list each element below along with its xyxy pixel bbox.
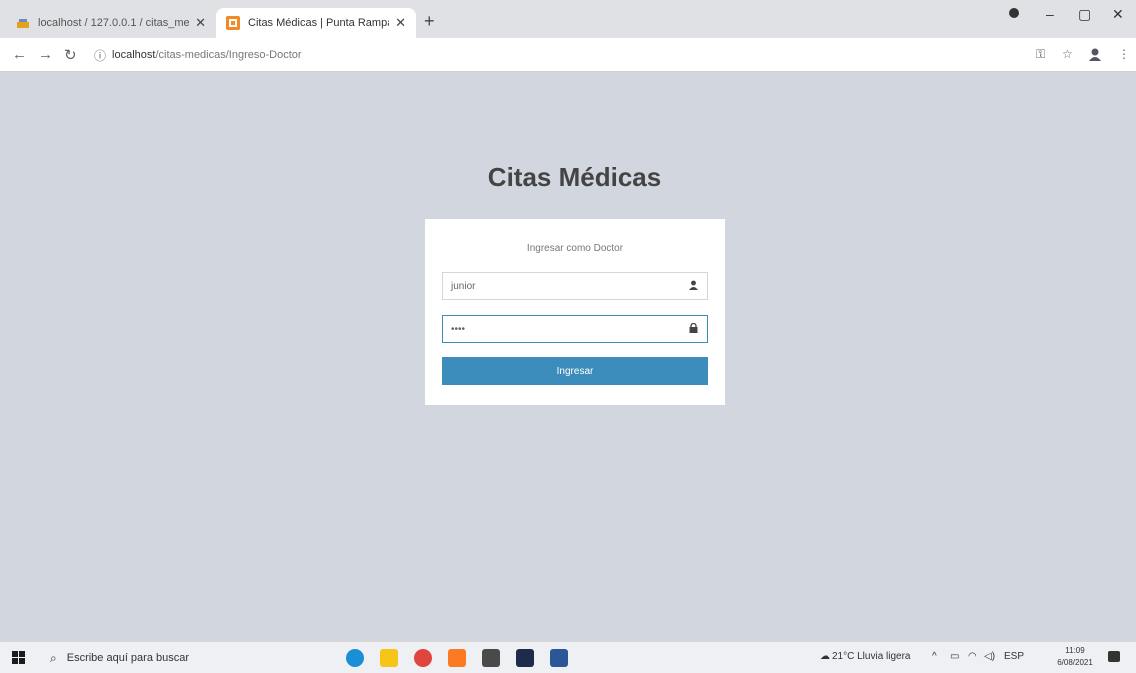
- xampp-icon[interactable]: [448, 649, 466, 667]
- clock[interactable]: 11:09 6/08/2021: [1053, 645, 1097, 669]
- weather-icon[interactable]: ☁: [820, 651, 830, 662]
- network-icon[interactable]: ▭: [950, 651, 959, 662]
- phpmyadmin-favicon-icon: [17, 19, 29, 28]
- clock-time: 11:09: [1065, 646, 1085, 655]
- tab-title: localhost / 127.0.0.1 / citas_medi: [38, 17, 190, 29]
- forward-arrow-icon[interactable]: →: [38, 46, 53, 63]
- username-field[interactable]: junior: [442, 272, 708, 300]
- browser-tab-bar: localhost / 127.0.0.1 / citas_medi ✕ Cit…: [0, 0, 1136, 38]
- notifications-icon[interactable]: [1108, 651, 1120, 662]
- site-favicon-icon: [226, 16, 240, 30]
- password-value: ••••: [451, 323, 466, 335]
- tab-citas-medicas[interactable]: Citas Médicas | Punta Rampa G… ✕: [216, 8, 416, 38]
- clock-date: 6/08/2021: [1057, 658, 1093, 667]
- photoshop-icon[interactable]: [516, 649, 534, 667]
- url-host: localhost: [112, 49, 156, 61]
- volume-icon[interactable]: ◁): [984, 651, 995, 662]
- lock-icon: [687, 322, 699, 336]
- tab-title: Citas Médicas | Punta Rampa G…: [248, 17, 389, 29]
- chrome-icon[interactable]: [414, 649, 432, 667]
- chevron-up-icon[interactable]: ^: [932, 651, 937, 662]
- window-close-button[interactable]: ✕: [1112, 6, 1124, 23]
- maximize-button[interactable]: ▢: [1078, 6, 1091, 23]
- tab-phpmyadmin[interactable]: localhost / 127.0.0.1 / citas_medi ✕: [6, 8, 216, 38]
- word-icon[interactable]: [550, 649, 568, 667]
- search-placeholder: Escribe aquí para buscar: [66, 652, 190, 664]
- login-button[interactable]: Ingresar: [442, 357, 708, 385]
- weather-text[interactable]: 21°C Lluvia ligera: [832, 651, 911, 662]
- login-message: Ingresar como Doctor: [526, 243, 624, 254]
- new-tab-button[interactable]: +: [424, 11, 435, 32]
- key-icon[interactable]: ⚿: [1036, 47, 1045, 62]
- address-bar[interactable]: ⓘ localhost/citas-medicas/Ingreso-Doctor: [94, 44, 1004, 66]
- minimize-button[interactable]: –: [1046, 6, 1054, 22]
- user-icon: [687, 280, 699, 293]
- taskbar-search[interactable]: ⌕ Escribe aquí para buscar: [50, 648, 290, 668]
- site-info-icon[interactable]: ⓘ: [94, 47, 106, 64]
- reload-icon[interactable]: ↻: [64, 46, 77, 64]
- search-icon: ⌕: [50, 650, 57, 665]
- browser-toolbar: ← → ↻ ⓘ localhost/citas-medicas/Ingreso-…: [0, 38, 1136, 72]
- file-explorer-icon[interactable]: [380, 649, 398, 667]
- language-indicator[interactable]: ESP: [1004, 651, 1024, 662]
- back-arrow-icon[interactable]: ←: [12, 46, 27, 63]
- username-value: junior: [451, 280, 476, 292]
- password-field[interactable]: ••••: [442, 315, 708, 343]
- profile-icon[interactable]: [1008, 6, 1020, 22]
- page-title: Citas Médicas: [487, 162, 662, 192]
- login-box: Ingresar como Doctor junior •••• Ingresa…: [425, 219, 725, 405]
- taskbar: ⌕ Escribe aquí para buscar ☁ 21°C Lluvia…: [0, 641, 1136, 673]
- edge-icon[interactable]: [346, 649, 364, 667]
- wifi-icon[interactable]: ◠: [968, 651, 977, 662]
- sublime-text-icon[interactable]: [482, 649, 500, 667]
- url-path: /citas-medicas/Ingreso-Doctor: [155, 49, 302, 61]
- windows-start-icon[interactable]: [12, 651, 26, 665]
- close-tab-icon[interactable]: ✕: [395, 15, 406, 31]
- close-tab-icon[interactable]: ✕: [195, 15, 206, 31]
- avatar[interactable]: [1088, 47, 1102, 64]
- menu-icon[interactable]: ⋮: [1118, 47, 1130, 61]
- bookmark-star-icon[interactable]: ☆: [1062, 47, 1073, 61]
